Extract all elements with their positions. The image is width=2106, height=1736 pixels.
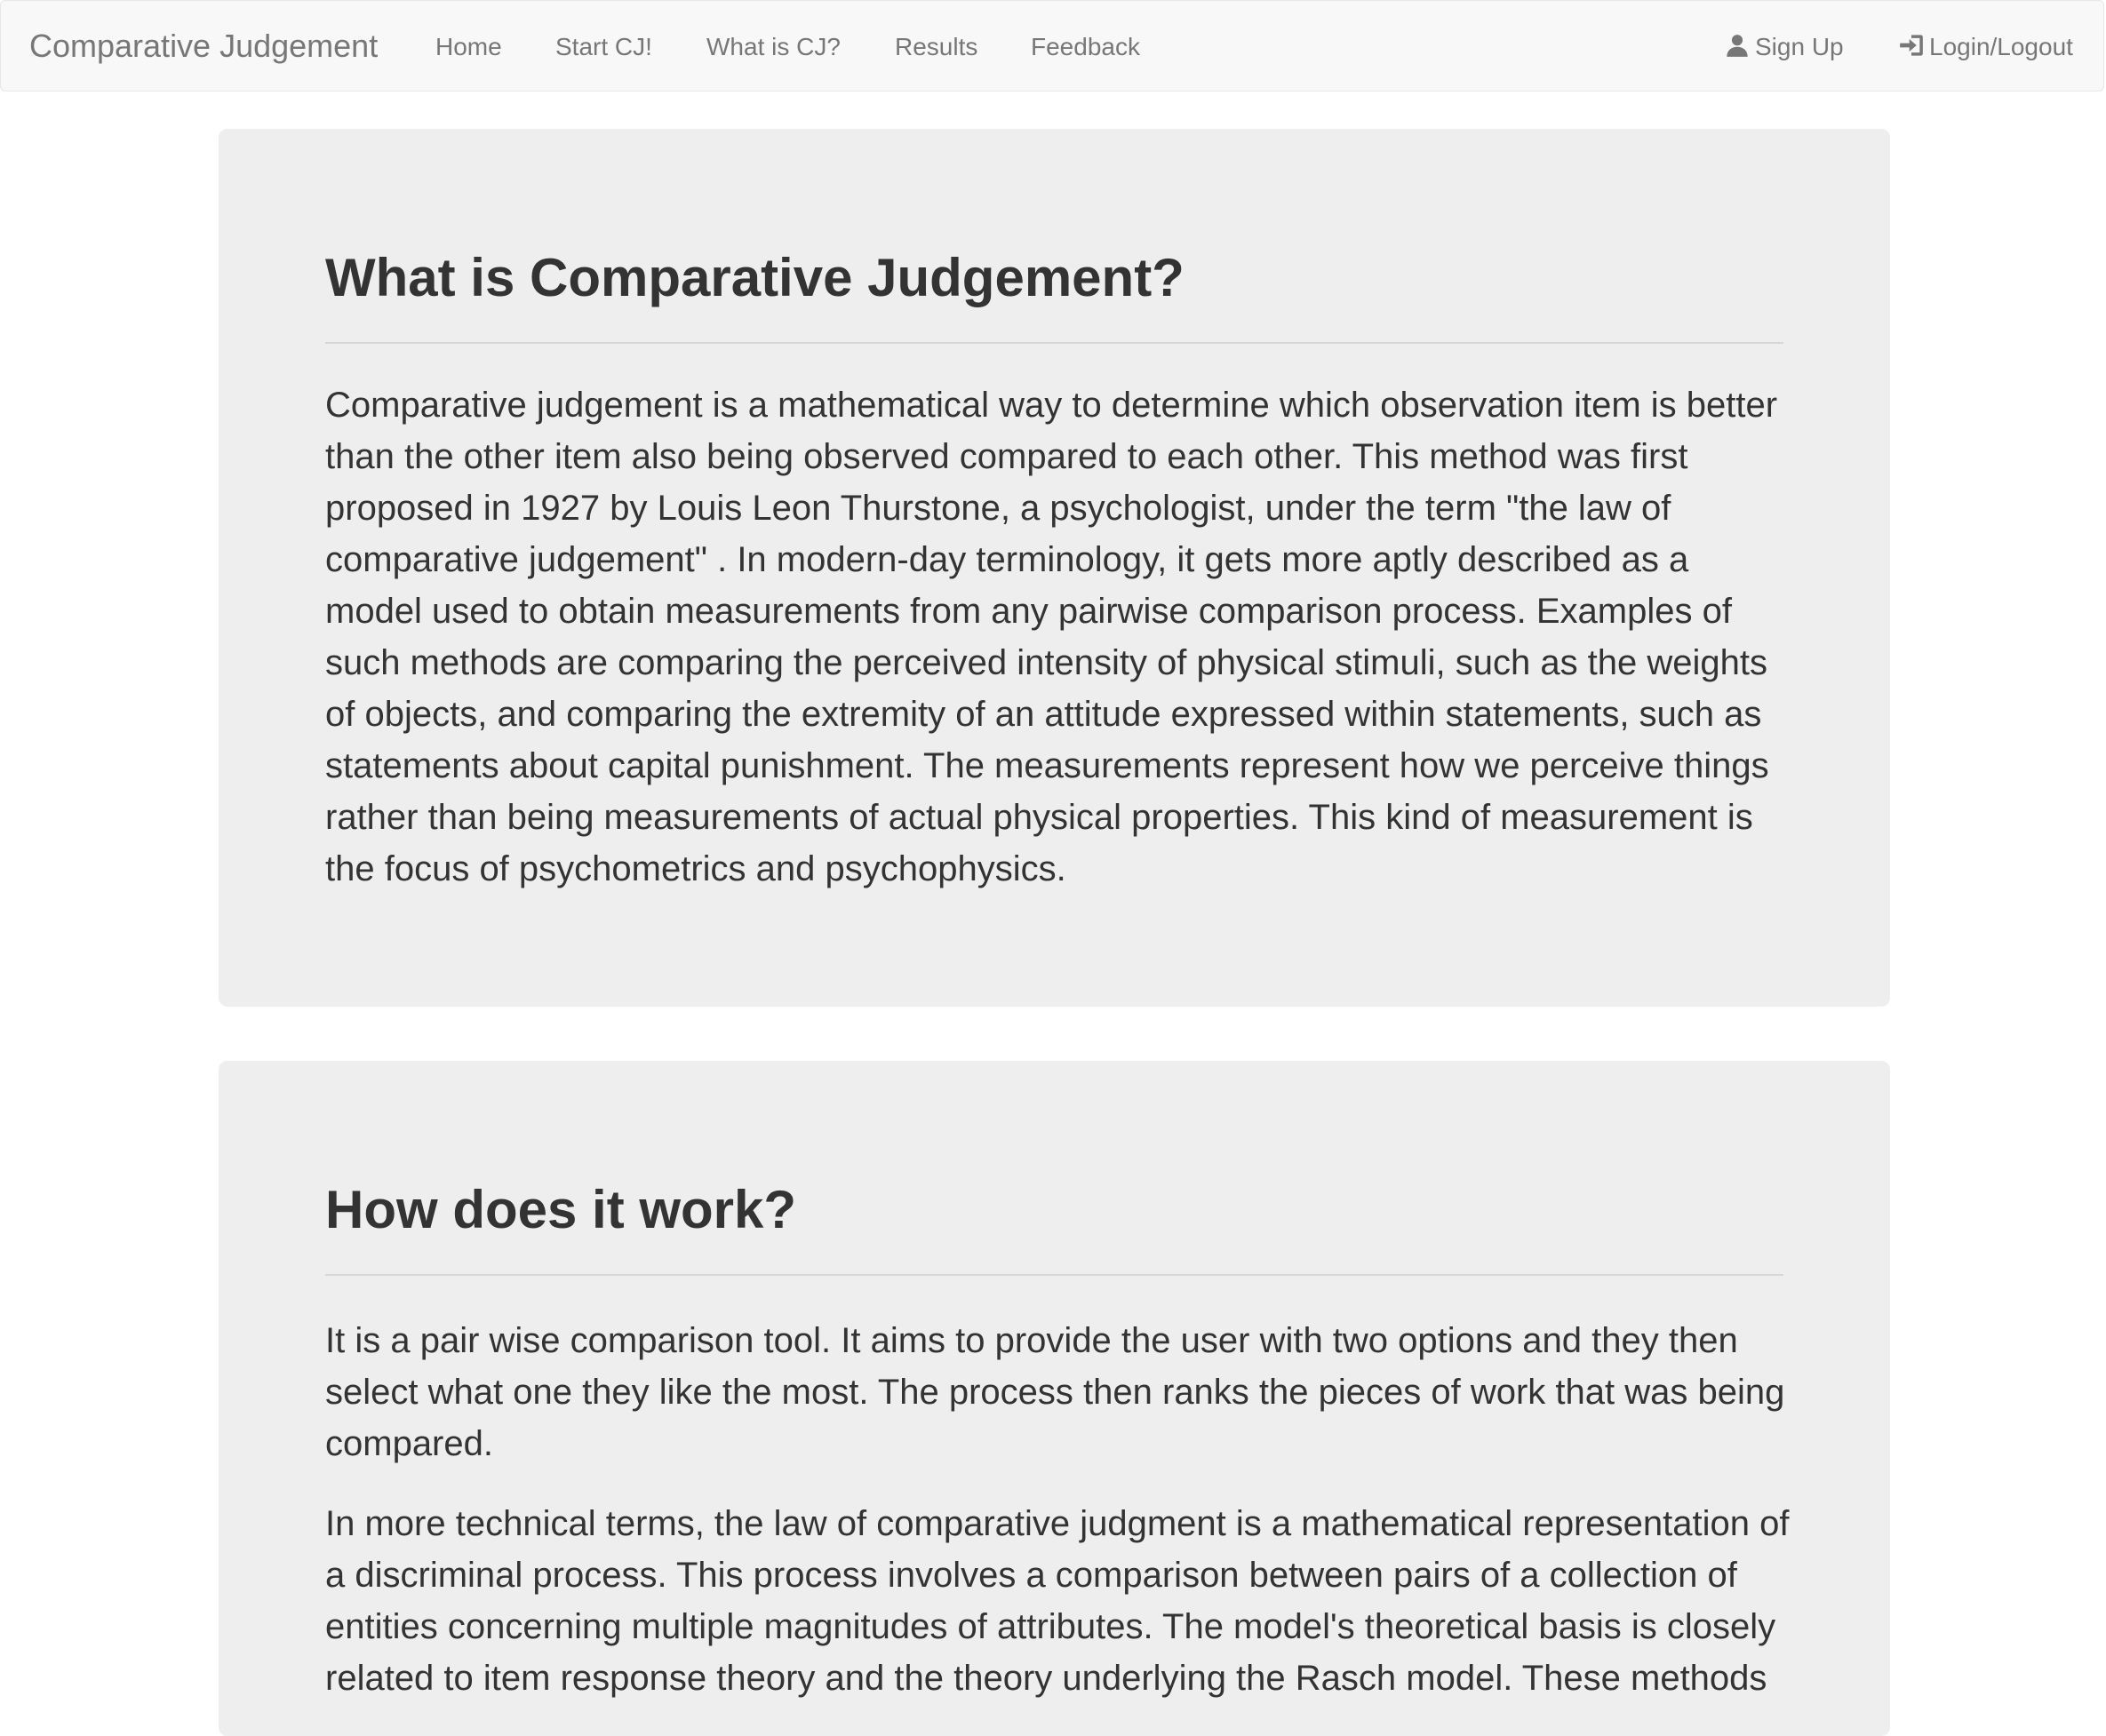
section-paragraph: Comparative judgement is a mathematical …: [325, 386, 1778, 888]
section-title: What is Comparative Judgement?: [325, 248, 1185, 307]
section-paragraph: It is a pair wise comparison tool. It ai…: [325, 1321, 1785, 1463]
login-logout-link[interactable]: Login/Logout: [1899, 30, 2073, 64]
divider: [325, 1274, 1783, 1276]
nav-results[interactable]: Results: [895, 30, 977, 64]
top-navbar: Comparative Judgement Home Start CJ! Wha…: [0, 0, 2104, 92]
nav-what-is-cj[interactable]: What is CJ?: [706, 30, 841, 64]
divider: [325, 342, 1783, 344]
log-in-icon: [1900, 35, 1923, 56]
section-paragraph: In more technical terms, the law of comp…: [325, 1504, 1790, 1698]
nav-start-cj[interactable]: Start CJ!: [555, 30, 652, 64]
nav-feedback[interactable]: Feedback: [1031, 30, 1140, 64]
nav-home[interactable]: Home: [435, 30, 502, 64]
sign-up-label: Sign Up: [1755, 33, 1844, 60]
login-logout-label: Login/Logout: [1929, 33, 2073, 60]
sign-up-link[interactable]: Sign Up: [1725, 30, 1844, 64]
what-is-cj-panel: What is Comparative Judgement? Comparati…: [219, 129, 1890, 1007]
how-does-it-work-panel: How does it work? It is a pair wise comp…: [219, 1061, 1890, 1736]
section-title: How does it work?: [325, 1180, 797, 1239]
user-icon: [1727, 35, 1748, 57]
brand-link[interactable]: Comparative Judgement: [29, 24, 378, 68]
